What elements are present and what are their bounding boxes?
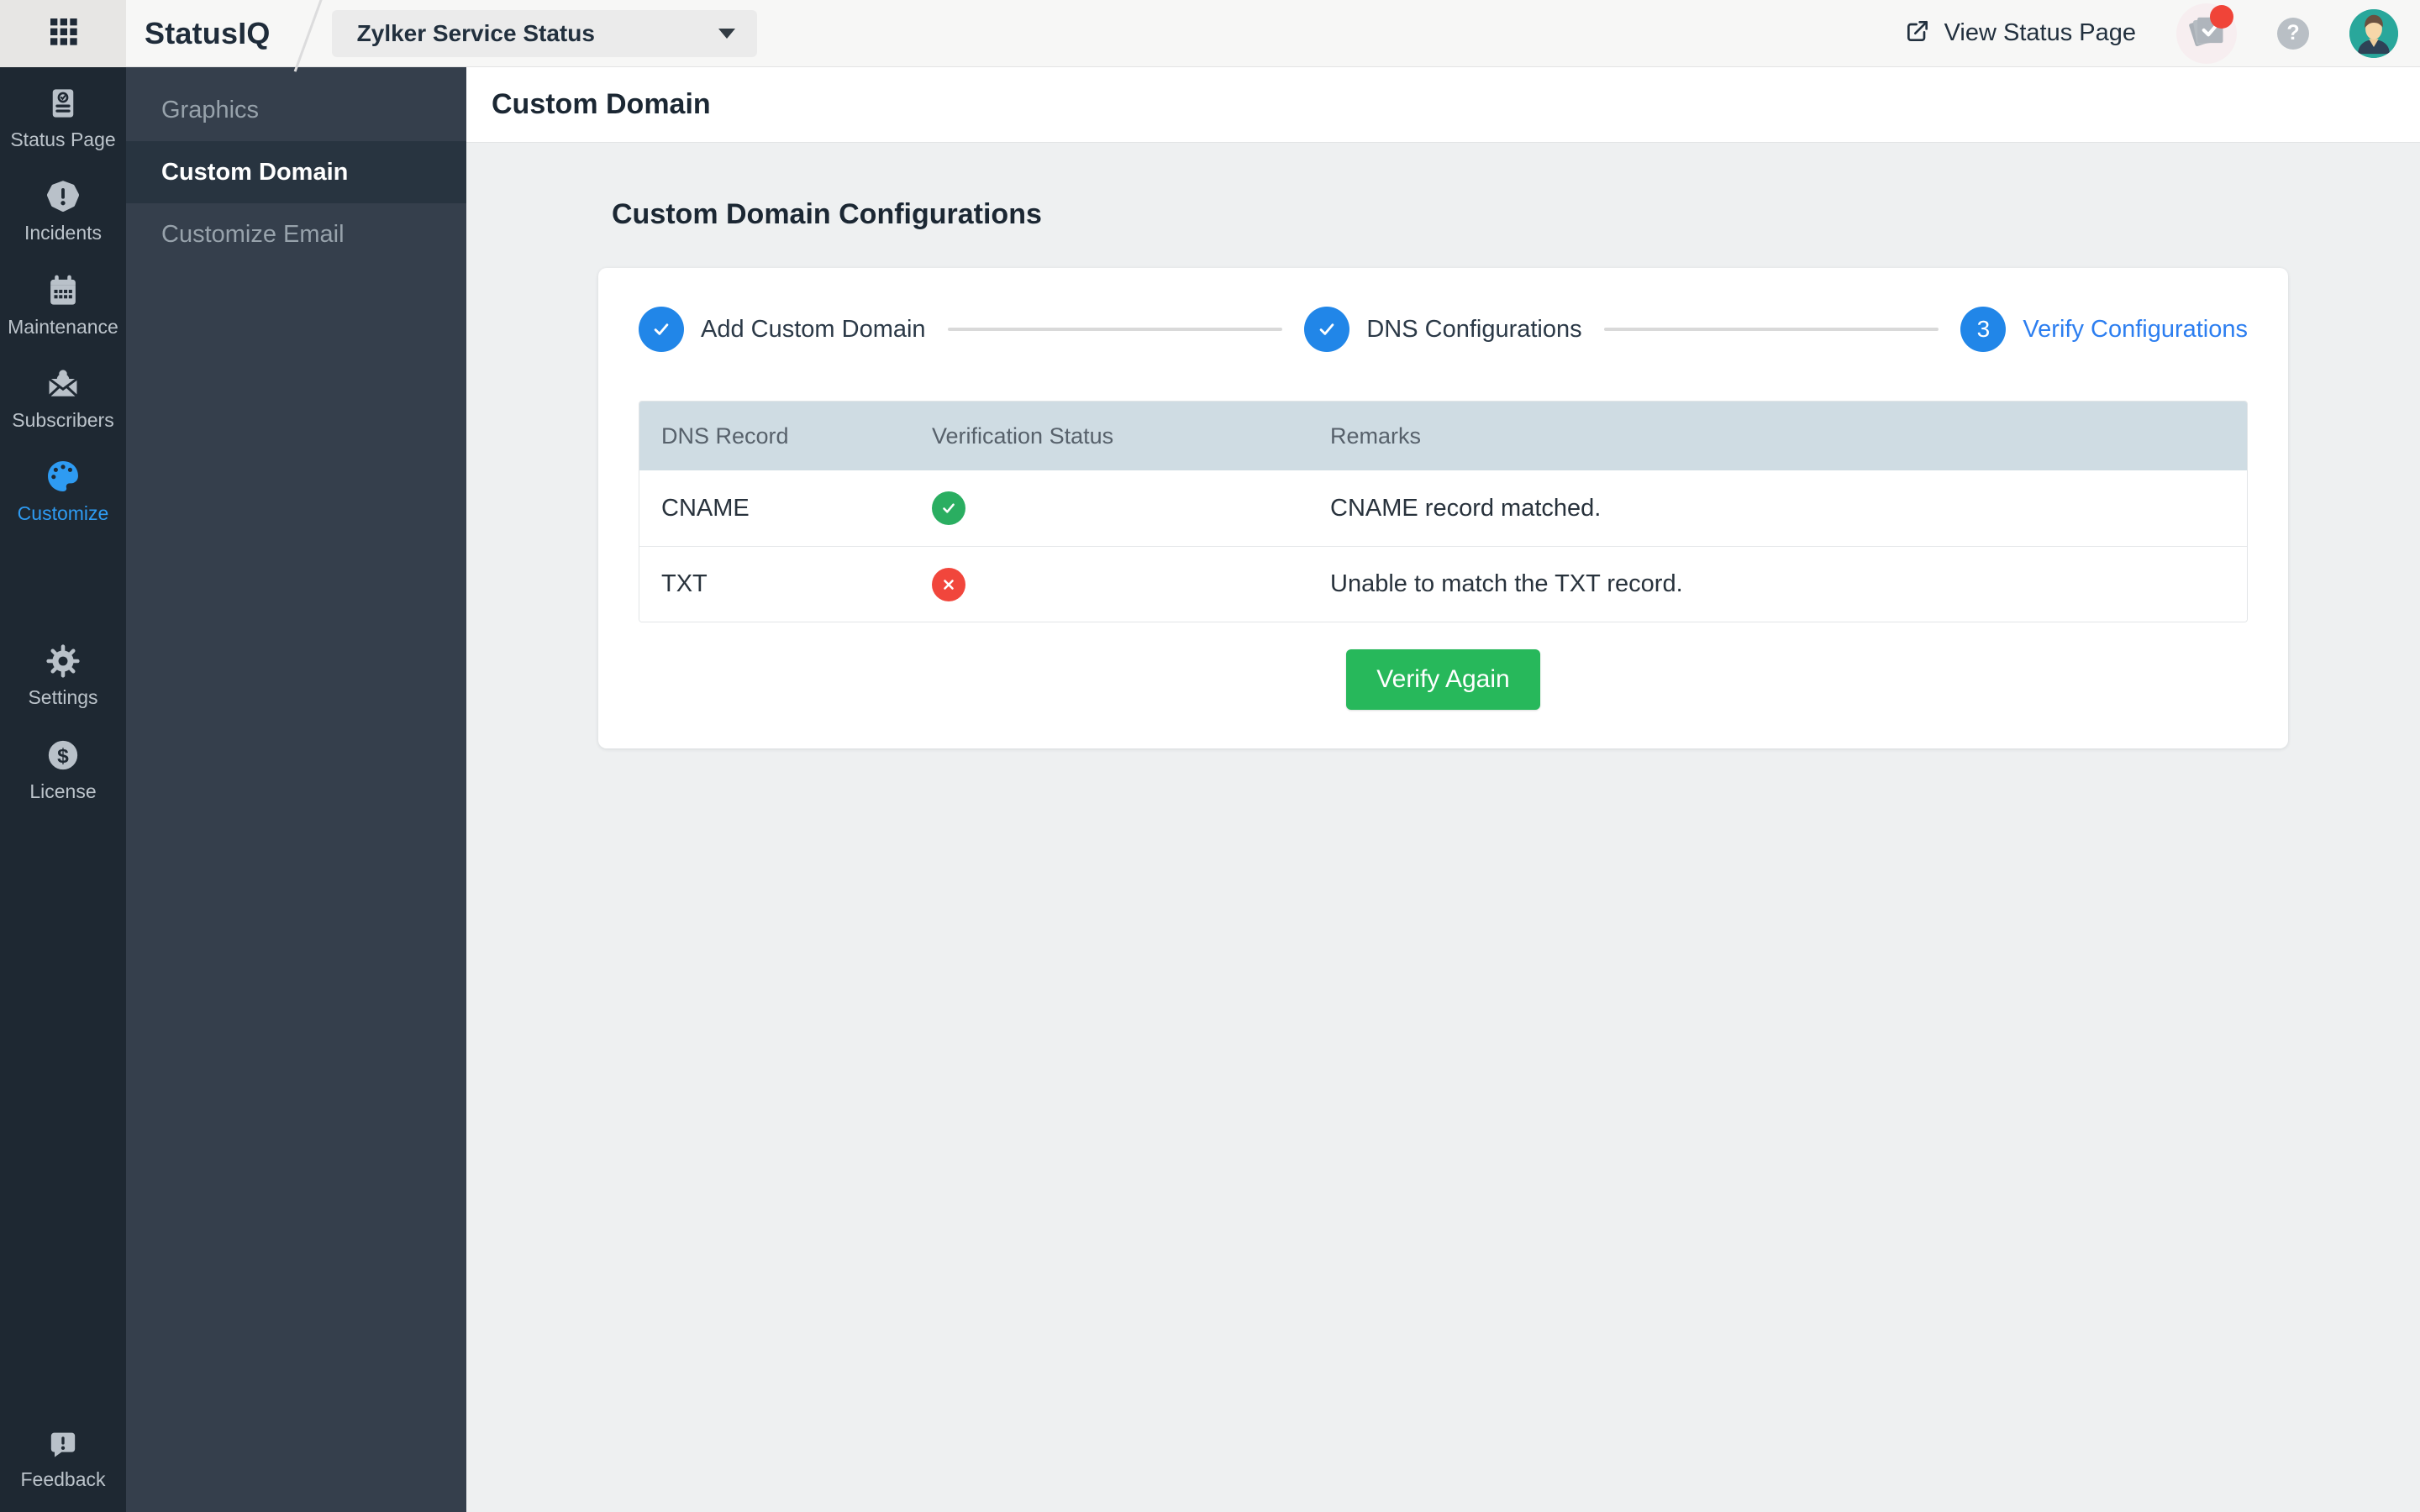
page-header: Custom Domain [466, 67, 2420, 143]
help-button[interactable]: ? [2277, 17, 2309, 50]
apps-grid-icon [46, 14, 80, 52]
user-avatar[interactable] [2349, 8, 2398, 58]
error-cross-icon [932, 567, 965, 601]
status-page-icon [45, 84, 81, 121]
step-connector [1603, 328, 1939, 331]
svg-text:$: $ [57, 745, 69, 768]
submenu-item-customize-email[interactable]: Customize Email [126, 203, 466, 265]
customize-palette-icon [45, 458, 82, 495]
license-dollar-icon: $ [45, 736, 81, 773]
custom-domain-card: Add Custom Domain DNS Configurations 3 V… [598, 268, 2288, 748]
remarks-cell: Unable to match the TXT record. [1330, 570, 1683, 597]
chevron-down-icon [718, 28, 735, 39]
dns-record-cell: TXT [661, 570, 708, 597]
notifications-button[interactable] [2176, 3, 2237, 64]
step-add-custom-domain[interactable]: Add Custom Domain [639, 307, 926, 352]
status-page-selector[interactable]: Zylker Service Status [331, 9, 757, 57]
step-check-icon [1304, 307, 1350, 352]
apps-launcher-button[interactable] [0, 0, 126, 67]
step-connector [947, 328, 1283, 331]
sidebar-item-license[interactable]: $ License [0, 736, 126, 802]
help-icon: ? [2286, 21, 2300, 45]
dns-record-cell: CNAME [661, 494, 750, 522]
sidebar-item-label: Subscribers [12, 408, 114, 431]
topbar-actions: View Status Page ? [1904, 3, 2420, 64]
sidebar-item-settings[interactable]: Settings [0, 642, 126, 708]
page-title: Custom Domain [492, 88, 711, 120]
sidebar-item-label: Maintenance [8, 315, 118, 338]
status-page-selector-value: Zylker Service Status [356, 19, 595, 46]
section-title: Custom Domain Configurations [612, 198, 1042, 230]
step-check-icon [639, 307, 684, 352]
success-check-icon [932, 491, 965, 525]
topbar: StatusIQ Zylker Service Status View Stat… [0, 0, 2420, 72]
sidebar-item-label: Settings [28, 686, 98, 709]
settings-gear-icon [45, 642, 81, 679]
sidebar-item-maintenance[interactable]: Maintenance [0, 271, 126, 338]
step-number: 3 [1960, 307, 2007, 352]
remarks-cell: CNAME record matched. [1330, 494, 1602, 522]
verification-status-cell [910, 567, 1308, 601]
dns-verification-table: DNS Record Verification Status Remarks C… [639, 401, 2248, 622]
subscribers-icon [45, 365, 81, 402]
content-area: Custom Domain Configurations Add Custom … [466, 143, 2420, 748]
step-verify-configurations[interactable]: 3 Verify Configurations [1960, 307, 2248, 352]
table-row-txt: TXT Unable to match the TXT record. [639, 546, 2247, 622]
sidebar-item-incidents[interactable]: Incidents [0, 177, 126, 244]
sidebar-item-label: License [29, 780, 97, 802]
brand-divider [293, 0, 324, 72]
sidebar-item-label: Feedback [20, 1467, 106, 1490]
step-dns-configurations[interactable]: DNS Configurations [1304, 307, 1582, 352]
incidents-icon [45, 177, 81, 214]
product-logo: StatusIQ [145, 15, 271, 50]
sidebar-item-subscribers[interactable]: Subscribers [0, 365, 126, 431]
customize-submenu: Graphics Custom Domain Customize Email [126, 67, 466, 1512]
sidebar-item-feedback[interactable]: Feedback [0, 1424, 126, 1490]
table-row-cname: CNAME CNAME record matched. [639, 470, 2247, 546]
view-status-page-label: View Status Page [1944, 19, 2136, 46]
configuration-stepper: Add Custom Domain DNS Configurations 3 V… [639, 307, 2248, 352]
sidebar-item-label: Status Page [10, 129, 116, 150]
verification-status-cell [910, 491, 1308, 525]
column-header-verification-status: Verification Status [932, 423, 1114, 449]
sidebar-item-customize[interactable]: Customize [0, 458, 126, 524]
notification-badge [2210, 4, 2233, 29]
external-link-icon [1904, 18, 1931, 49]
step-label: Verify Configurations [2023, 315, 2249, 343]
view-status-page-button[interactable]: View Status Page [1904, 18, 2136, 49]
sidebar-item-label: Incidents [24, 222, 103, 244]
table-header-row: DNS Record Verification Status Remarks [639, 402, 2247, 470]
step-label: DNS Configurations [1366, 315, 1582, 343]
feedback-icon [46, 1424, 80, 1461]
submenu-item-graphics[interactable]: Graphics [126, 79, 466, 141]
verify-again-button[interactable]: Verify Again [1346, 649, 1540, 710]
primary-sidebar: Status Page Incidents Maintenance Subscr… [0, 67, 126, 1512]
sidebar-item-label: Customize [17, 502, 109, 525]
submenu-item-custom-domain[interactable]: Custom Domain [126, 141, 466, 203]
sidebar-item-status-page[interactable]: Status Page [0, 84, 126, 150]
column-header-dns-record: DNS Record [661, 423, 789, 449]
maintenance-icon [45, 271, 81, 308]
column-header-remarks: Remarks [1330, 423, 1422, 449]
step-label: Add Custom Domain [701, 315, 926, 343]
main-content: Custom Domain Custom Domain Configuratio… [466, 67, 2420, 1512]
